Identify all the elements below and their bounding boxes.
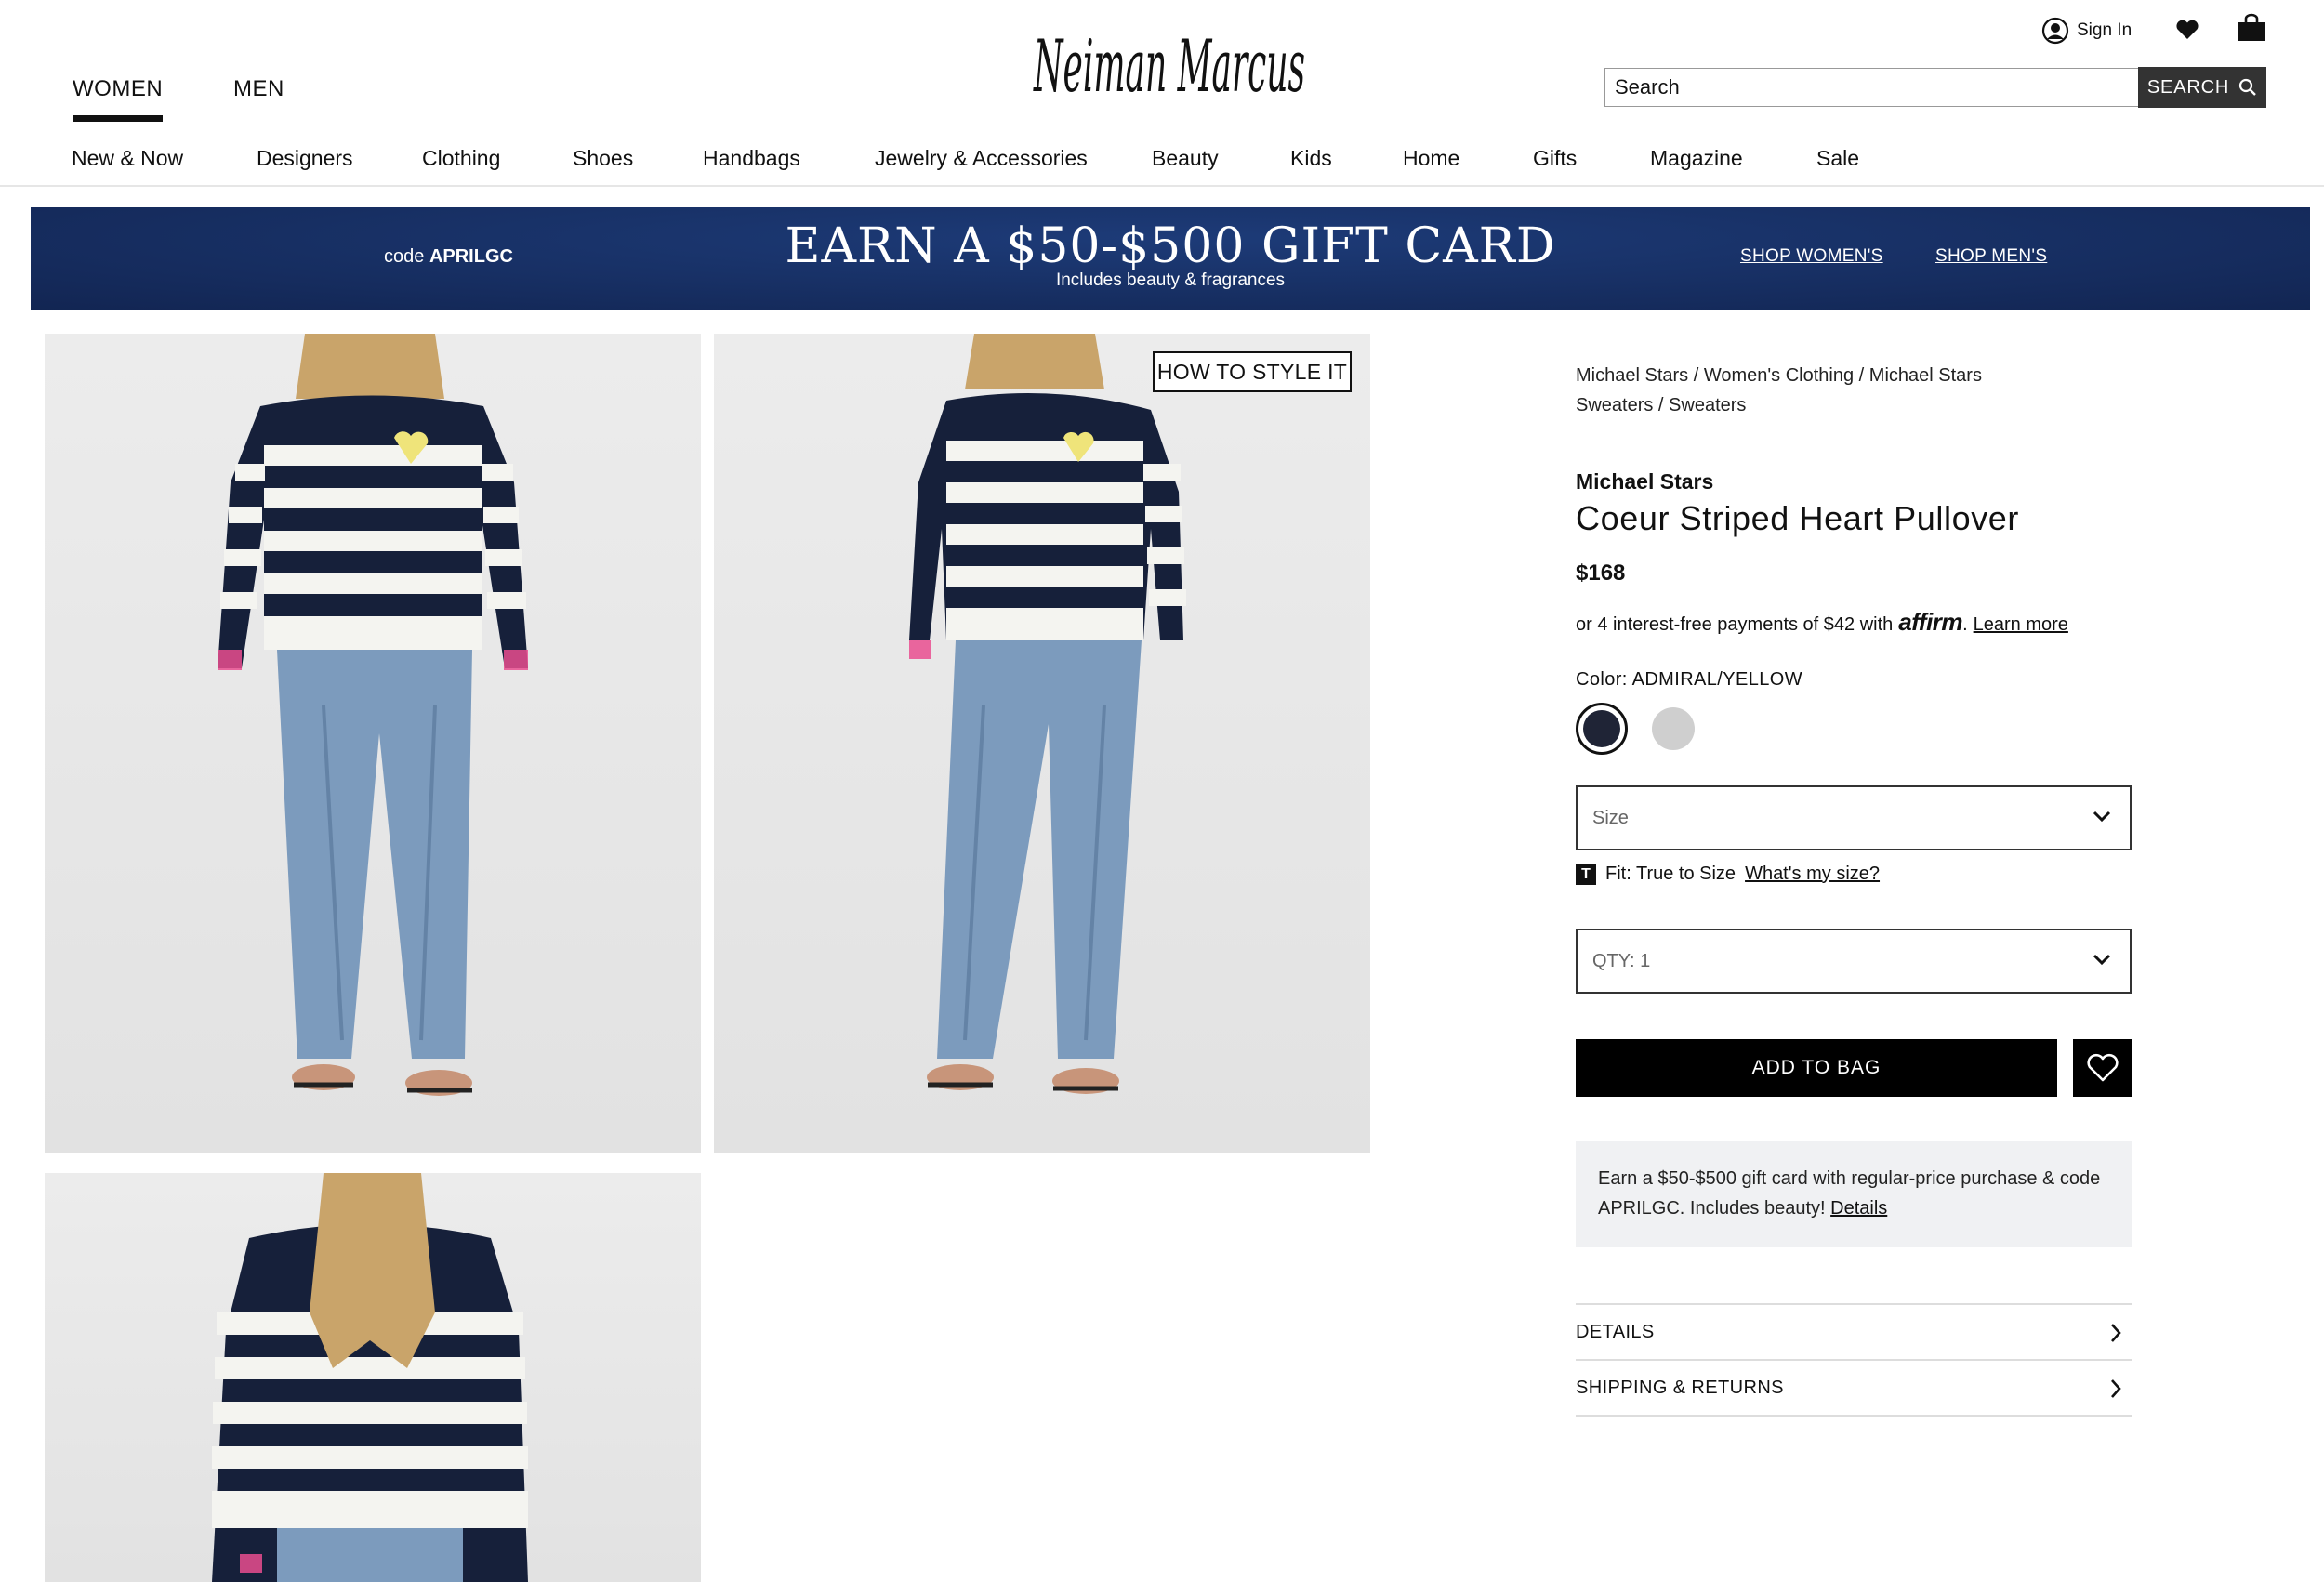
nav-gifts[interactable]: Gifts <box>1533 146 1577 171</box>
banner-subline: Includes beauty & fragrances <box>1055 270 1286 290</box>
main-nav: New & Now Designers Clothing Shoes Handb… <box>0 146 2324 174</box>
nav-beauty[interactable]: Beauty <box>1152 146 1219 171</box>
user-icon <box>2041 17 2069 45</box>
gender-tab-women[interactable]: WOMEN <box>73 76 164 122</box>
affirm-payment-line: or 4 interest-free payments of $42 with … <box>1576 608 2068 637</box>
sign-in-label: Sign In <box>2077 20 2133 40</box>
promo-details-link[interactable]: Details <box>1830 1198 1887 1219</box>
gift-card-promo: Earn a $50-$500 gift card with regular-p… <box>1576 1141 2132 1247</box>
promo-banner[interactable]: code APRILGC EARN A $50-$500 GIFT CARD I… <box>31 207 2310 310</box>
chevron-right-icon <box>2111 1379 2121 1398</box>
shopping-bag-icon <box>2238 13 2265 41</box>
nav-sale[interactable]: Sale <box>1816 146 1859 171</box>
wishlist-button[interactable] <box>2175 19 2199 41</box>
shop-mens-link[interactable]: SHOP MEN'S <box>1935 246 2047 267</box>
affirm-logo: affirm <box>1898 608 1963 636</box>
affirm-learn-more-link[interactable]: Learn more <box>1974 614 2068 636</box>
quantity-select-label: QTY: 1 <box>1592 950 1651 971</box>
affirm-text: or 4 interest-free payments of $42 with <box>1576 614 1894 635</box>
product-price: $168 <box>1576 560 1626 586</box>
fit-text: Fit: True to Size <box>1605 864 1736 884</box>
chevron-right-icon <box>2111 1324 2121 1342</box>
header-divider <box>0 185 2324 187</box>
quantity-select[interactable]: QTY: 1 <box>1576 929 2132 994</box>
nav-jewelry-accessories[interactable]: Jewelry & Accessories <box>875 146 1088 171</box>
product-title: Coeur Striped Heart Pullover <box>1576 499 2020 537</box>
swatch-admiral[interactable] <box>1576 703 1628 755</box>
nav-designers[interactable]: Designers <box>257 146 353 171</box>
nav-handbags[interactable]: Handbags <box>703 146 800 171</box>
whats-my-size-link[interactable]: What's my size? <box>1745 864 1880 885</box>
nav-shoes[interactable]: Shoes <box>573 146 633 171</box>
model-front-illustration <box>218 334 528 1096</box>
nav-magazine[interactable]: Magazine <box>1650 146 1743 171</box>
gender-tab-men[interactable]: MEN <box>233 76 284 102</box>
product-image-back[interactable] <box>45 1173 701 1582</box>
chevron-down-icon <box>2093 954 2111 966</box>
add-to-wishlist-button[interactable] <box>2073 1039 2132 1097</box>
product-brand[interactable]: Michael Stars <box>1576 469 1713 494</box>
how-to-style-it-button[interactable]: HOW TO STYLE IT <box>1153 351 1352 392</box>
size-select[interactable]: Size <box>1576 785 2132 850</box>
shipping-returns-accordion-label: SHIPPING & RETURNS <box>1576 1377 1784 1398</box>
neiman-marcus-logo[interactable]: Neiman Marcus <box>1030 6 1309 113</box>
search-icon <box>2238 78 2256 96</box>
search-button-label: SEARCH <box>2146 76 2230 98</box>
search-input[interactable] <box>1604 68 2140 107</box>
accordion-bottom-divider <box>1576 1415 2132 1417</box>
heart-icon <box>2176 20 2199 39</box>
shopping-bag-button[interactable] <box>2237 13 2266 43</box>
heart-outline-icon <box>2086 1053 2119 1082</box>
affirm-suffix: . <box>1962 614 1968 635</box>
size-select-label: Size <box>1592 807 1629 828</box>
model-back-illustration <box>212 1173 528 1582</box>
nav-new-now[interactable]: New & Now <box>72 146 183 171</box>
fit-info: T Fit: True to Size What's my size? <box>1576 864 1880 885</box>
search-button[interactable]: SEARCH <box>2138 67 2266 108</box>
shipping-returns-accordion[interactable]: SHIPPING & RETURNS <box>1576 1359 2132 1415</box>
product-image-side[interactable] <box>714 334 1370 1153</box>
product-image-front[interactable] <box>45 334 701 1153</box>
sign-in-link[interactable]: Sign In <box>2041 17 2132 45</box>
fit-t-icon: T <box>1576 864 1596 885</box>
swatch-admiral-fill <box>1583 710 1620 747</box>
swatch-grey-fill <box>1652 707 1695 750</box>
chevron-down-icon <box>2093 811 2111 823</box>
details-accordion[interactable]: DETAILS <box>1576 1303 2132 1359</box>
shop-womens-link[interactable]: SHOP WOMEN'S <box>1740 246 1883 267</box>
breadcrumb[interactable]: Michael Stars / Women's Clothing / Micha… <box>1576 361 2059 420</box>
add-to-bag-button[interactable]: ADD TO BAG <box>1576 1039 2057 1097</box>
logo-text: Neiman Marcus <box>1033 25 1305 109</box>
model-side-illustration <box>909 334 1186 1094</box>
nav-clothing[interactable]: Clothing <box>422 146 500 171</box>
color-label: Color: ADMIRAL/YELLOW <box>1576 669 1803 690</box>
nav-kids[interactable]: Kids <box>1290 146 1332 171</box>
details-accordion-label: DETAILS <box>1576 1321 1655 1342</box>
swatch-grey[interactable] <box>1647 703 1699 755</box>
nav-home[interactable]: Home <box>1403 146 1459 171</box>
